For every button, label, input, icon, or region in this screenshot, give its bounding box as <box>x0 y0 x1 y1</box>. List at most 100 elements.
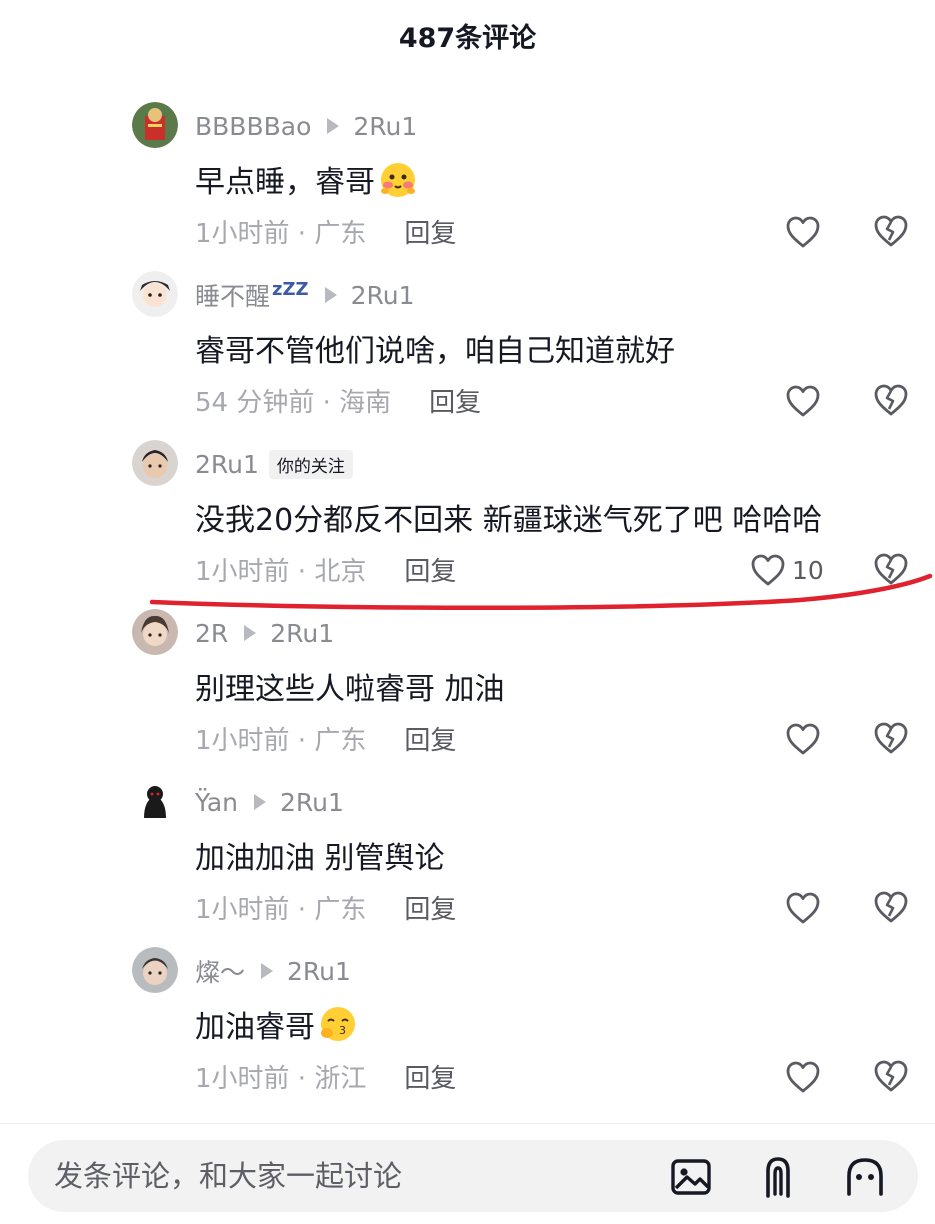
reply-button[interactable]: 回复 <box>404 889 456 926</box>
time-location: 1小时前 · 广东 <box>195 725 367 756</box>
like-button[interactable] <box>785 383 821 419</box>
comments-header: 487条评论 <box>0 0 935 70</box>
reply-to-username[interactable]: 2Ru1 <box>351 281 415 310</box>
time-location: 1小时前 · 广东 <box>195 894 367 925</box>
dislike-button[interactable] <box>873 552 909 588</box>
comment-text-row: 没我20分都反不回来 新疆球迷气死了吧 哈哈哈 <box>195 496 822 538</box>
username[interactable]: 2Ru1 <box>195 450 259 479</box>
dislike-button[interactable] <box>873 721 909 757</box>
username[interactable]: Ÿan <box>195 788 238 817</box>
username-decoration: zZZ <box>272 278 309 300</box>
avatar[interactable] <box>132 947 178 993</box>
dislike-button[interactable] <box>873 214 909 250</box>
comment-meta: Ÿan 2Ru1 <box>195 786 344 818</box>
time-location: 1小时前 · 广东 <box>195 218 367 249</box>
comment-input[interactable] <box>54 1140 654 1212</box>
heart-icon <box>786 216 820 248</box>
broken-heart-icon <box>874 1060 908 1092</box>
dislike-button[interactable] <box>873 890 909 926</box>
reply-button[interactable]: 回复 <box>429 382 481 419</box>
comment-input-bar <box>0 1123 935 1224</box>
heart-icon <box>786 723 820 755</box>
kissing-face-emoji-icon: 3 <box>317 1003 359 1045</box>
broken-heart-icon <box>874 722 908 754</box>
broken-heart-icon <box>874 384 908 416</box>
comment-text: 加油加油 别管舆论 <box>195 841 445 876</box>
dislike-button[interactable] <box>873 1059 909 1095</box>
comment-footer: 1小时前 · 广东 回复 <box>195 888 456 926</box>
comment-meta: BBBBBao 2Ru1 <box>195 110 417 142</box>
following-badge: 你的关注 <box>268 449 353 479</box>
image-icon[interactable] <box>668 1154 714 1200</box>
comment-input-container <box>28 1140 918 1212</box>
dislike-button[interactable] <box>873 383 909 419</box>
comment-item: 睡不醒 zZZ 2Ru1 睿哥不管他们说啥，咱自己知道就好 54 分钟前 · 海… <box>0 261 935 430</box>
comment-text-row: 加油加油 别管舆论 <box>195 834 445 876</box>
comment-item: 2Ru1 你的关注 没我20分都反不回来 新疆球迷气死了吧 哈哈哈 1小时前 ·… <box>0 430 935 599</box>
heart-icon <box>786 385 820 417</box>
avatar[interactable] <box>132 609 178 655</box>
comment-text: 加油睿哥 <box>195 1010 315 1045</box>
reply-to-username[interactable]: 2Ru1 <box>353 112 417 141</box>
username[interactable]: 2R <box>195 619 228 648</box>
avatar[interactable] <box>132 102 178 148</box>
broken-heart-icon <box>874 891 908 923</box>
reply-arrow-icon <box>244 625 257 641</box>
emoji-icon[interactable] <box>842 1154 888 1200</box>
comment-item: 2R 2Ru1 别理这些人啦睿哥 加油 1小时前 · 广东 回复 <box>0 599 935 768</box>
comment-footer: 1小时前 · 北京 回复 <box>195 550 456 588</box>
like-button[interactable] <box>785 890 821 926</box>
reply-to-username[interactable]: 2Ru1 <box>280 788 344 817</box>
comment-list: BBBBBao 2Ru1 早点睡，睿哥 1小时前 · 广东 回复 睡不醒 zZZ <box>0 92 935 1106</box>
time-location: 1小时前 · 北京 <box>195 556 367 587</box>
reply-button[interactable]: 回复 <box>404 1058 456 1095</box>
avatar[interactable] <box>132 271 178 317</box>
reply-button[interactable]: 回复 <box>404 720 456 757</box>
reply-arrow-icon <box>324 287 337 303</box>
comment-item: 燦～ 2Ru1 加油睿哥 3 1小时前 · 浙江 回复 <box>0 937 935 1106</box>
time-location: 1小时前 · 浙江 <box>195 1063 367 1094</box>
broken-heart-icon <box>874 215 908 247</box>
comment-text-row: 别理这些人啦睿哥 加油 <box>195 665 505 707</box>
blushing-face-emoji-icon <box>377 158 419 200</box>
comment-meta: 睡不醒 zZZ 2Ru1 <box>195 277 415 313</box>
username[interactable]: 睡不醒 <box>195 277 270 313</box>
reply-to-username[interactable]: 2Ru1 <box>287 957 351 986</box>
reply-button[interactable]: 回复 <box>404 551 456 588</box>
reply-arrow-icon <box>254 794 266 810</box>
like-count: 10 <box>792 555 824 585</box>
comment-footer: 1小时前 · 广东 回复 <box>195 719 456 757</box>
comment-item: BBBBBao 2Ru1 早点睡，睿哥 1小时前 · 广东 回复 <box>0 92 935 261</box>
comment-footer: 1小时前 · 浙江 回复 <box>195 1057 456 1095</box>
comment-text-row: 早点睡，睿哥 <box>195 158 419 200</box>
comment-item: Ÿan 2Ru1 加油加油 别管舆论 1小时前 · 广东 回复 <box>0 768 935 937</box>
heart-icon <box>786 1061 820 1093</box>
comment-text: 没我20分都反不回来 新疆球迷气死了吧 哈哈哈 <box>195 503 823 538</box>
comment-text-row: 睿哥不管他们说啥，咱自己知道就好 <box>195 327 675 369</box>
svg-text:3: 3 <box>339 1024 346 1037</box>
reply-button[interactable]: 回复 <box>404 213 456 250</box>
comment-text: 早点睡，睿哥 <box>195 165 375 200</box>
reply-arrow-icon <box>327 118 340 134</box>
comment-text: 睿哥不管他们说啥，咱自己知道就好 <box>195 334 675 369</box>
heart-icon <box>786 892 820 924</box>
time-location: 54 分钟前 · 海南 <box>195 387 392 418</box>
like-button[interactable] <box>785 1059 821 1095</box>
comment-count-title: 487条评论 <box>398 23 537 54</box>
comment-text: 别理这些人啦睿哥 加油 <box>195 672 505 707</box>
reply-to-username[interactable]: 2Ru1 <box>270 619 334 648</box>
like-button[interactable]: 10 <box>750 552 824 588</box>
avatar[interactable] <box>132 778 178 824</box>
like-button[interactable] <box>785 214 821 250</box>
comment-meta: 燦～ 2Ru1 <box>195 953 351 989</box>
username[interactable]: BBBBBao <box>195 112 311 141</box>
comment-meta: 2Ru1 你的关注 <box>195 448 353 480</box>
username[interactable]: 燦～ <box>195 953 245 989</box>
like-button[interactable] <box>785 721 821 757</box>
comment-meta: 2R 2Ru1 <box>195 617 334 649</box>
comment-text-row: 加油睿哥 3 <box>195 1003 359 1045</box>
at-icon[interactable] <box>755 1154 801 1200</box>
avatar[interactable] <box>132 440 178 486</box>
broken-heart-icon <box>874 553 908 585</box>
heart-icon <box>751 554 785 586</box>
